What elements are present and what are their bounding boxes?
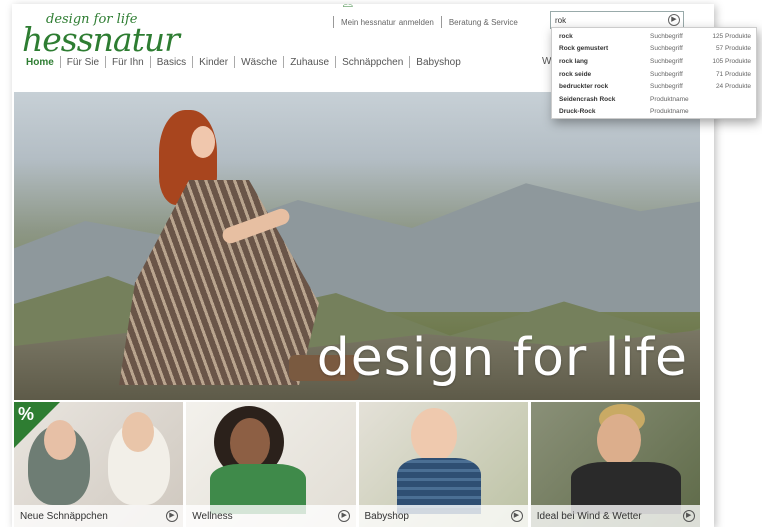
suggestion-count: 57 Produkte — [715, 45, 751, 53]
suggestion-type: Suchbegriff — [650, 57, 683, 65]
search-arrow-icon[interactable]: ▶ — [668, 14, 680, 26]
main-nav: Home Für Sie Für Ihn Basics Kinder Wäsch… — [26, 56, 461, 68]
suggestion-row[interactable]: rock Suchbegriff 125 Produkte — [552, 30, 756, 43]
suggestion-type: Suchbegriff — [650, 83, 683, 91]
percent-icon: % — [18, 404, 35, 424]
suggestion-count: 24 Produkte — [715, 83, 751, 91]
nav-item-kinder[interactable]: Kinder — [199, 57, 228, 68]
tile-model-left-head — [44, 420, 76, 460]
suggestion-term: rock — [559, 32, 573, 40]
divider — [192, 56, 194, 68]
suggestion-term: Seidencrash Rock — [559, 95, 616, 103]
tile-wind-wetter[interactable]: Ideal bei Wind & Wetter ▶ — [530, 402, 700, 527]
logo[interactable]: hessnatur — [22, 20, 180, 59]
divider — [234, 56, 236, 68]
suggestion-term: Rock gemustert — [559, 45, 609, 53]
play-arrow-icon[interactable]: ▶ — [682, 510, 695, 522]
divider — [149, 56, 151, 68]
suggestion-count: 71 Produkte — [715, 70, 751, 78]
nav-item-fuer-ihn[interactable]: Für Ihn — [112, 57, 144, 68]
play-arrow-icon[interactable]: ▶ — [338, 510, 351, 522]
suggestion-type: Suchbegriff — [650, 45, 683, 53]
suggestion-row[interactable]: rock lang Suchbegriff 105 Produkte — [552, 55, 756, 68]
tile-bar: Wellness ▶ — [186, 505, 356, 527]
suggestion-term: Druck-Rock — [559, 108, 596, 116]
tile-label: Wellness — [192, 510, 233, 522]
suggestion-term: bedruckter rock — [559, 83, 609, 91]
nav-item-home[interactable]: Home — [26, 57, 54, 68]
suggestion-count: 125 Produkte — [712, 32, 751, 40]
search-input[interactable] — [555, 14, 659, 27]
top-utility-bar: Mein hessnatur 👤︎ anmelden Beratung & Se… — [326, 4, 518, 30]
divider — [105, 56, 107, 68]
divider — [335, 56, 337, 68]
tile-babyshop[interactable]: Babyshop ▶ — [358, 402, 528, 527]
divider — [59, 56, 61, 68]
suggestion-term: rock seide — [559, 70, 592, 78]
nav-item-babyshop[interactable]: Babyshop — [416, 57, 460, 68]
tile-bar: Ideal bei Wind & Wetter ▶ — [530, 505, 700, 527]
tile-bar: Babyshop ▶ — [358, 505, 528, 527]
tile-wellness[interactable]: Wellness ▶ — [186, 402, 356, 527]
my-account-label: Mein hessnatur — [341, 17, 396, 27]
play-arrow-icon[interactable]: ▶ — [166, 510, 178, 522]
suggestion-term: rock lang — [559, 57, 588, 65]
nav-item-basics[interactable]: Basics — [157, 57, 186, 68]
tile-man-head — [596, 414, 641, 466]
play-arrow-icon[interactable]: ▶ — [510, 510, 523, 522]
suggestion-row[interactable]: Rock gemustert Suchbegriff 57 Produkte — [552, 43, 756, 56]
tile-model-head — [230, 418, 271, 468]
hero-banner[interactable]: design for life — [14, 92, 700, 400]
hero-headline: design for life — [316, 328, 688, 388]
divider — [333, 16, 334, 28]
suggestion-count: 105 Produkte — [712, 57, 751, 65]
suggestion-type: Produktname — [650, 108, 689, 116]
suggestion-type: Suchbegriff — [650, 70, 683, 78]
suggestion-row[interactable]: rock seide Suchbegriff 71 Produkte — [552, 68, 756, 81]
model-poncho — [119, 180, 319, 385]
suggestion-type: Produktname — [650, 95, 689, 103]
divider — [440, 16, 442, 28]
tile-model-right-head — [122, 412, 154, 452]
service-link[interactable]: Beratung & Service — [449, 18, 518, 27]
my-account-link[interactable]: Mein hessnatur 👤︎ anmelden — [341, 4, 434, 27]
nav-item-schnaeppchen[interactable]: Schnäppchen — [342, 57, 403, 68]
person-icon: 👤︎ — [341, 4, 355, 8]
tile-bar: Neue Schnäppchen ▶ — [14, 505, 184, 527]
nav-item-waesche[interactable]: Wäsche — [241, 57, 277, 68]
model-face — [191, 126, 215, 158]
tile-neue-schnaeppchen[interactable]: % Neue Schnäppchen ▶ — [14, 402, 184, 527]
suggestion-row[interactable]: Druck-Rock Produktname — [552, 106, 756, 119]
tile-label: Babyshop — [364, 510, 409, 522]
teaser-tiles: % Neue Schnäppchen ▶ Wellness ▶ Babyshop… — [14, 402, 700, 527]
suggestion-row[interactable]: Seidencrash Rock Produktname — [552, 93, 756, 106]
suggestion-type: Suchbegriff — [650, 32, 683, 40]
nav-item-zuhause[interactable]: Zuhause — [290, 57, 329, 68]
tile-baby-head — [410, 408, 457, 462]
tile-label: Ideal bei Wind & Wetter — [536, 510, 642, 522]
divider — [409, 56, 411, 68]
divider — [283, 56, 285, 68]
nav-item-fuer-sie[interactable]: Für Sie — [67, 57, 99, 68]
search-autocomplete: rock Suchbegriff 125 Produkte Rock gemus… — [551, 27, 757, 119]
login-label: anmelden — [398, 17, 434, 27]
tile-label: Neue Schnäppchen — [20, 510, 108, 522]
suggestion-row[interactable]: bedruckter rock Suchbegriff 24 Produkte — [552, 80, 756, 93]
